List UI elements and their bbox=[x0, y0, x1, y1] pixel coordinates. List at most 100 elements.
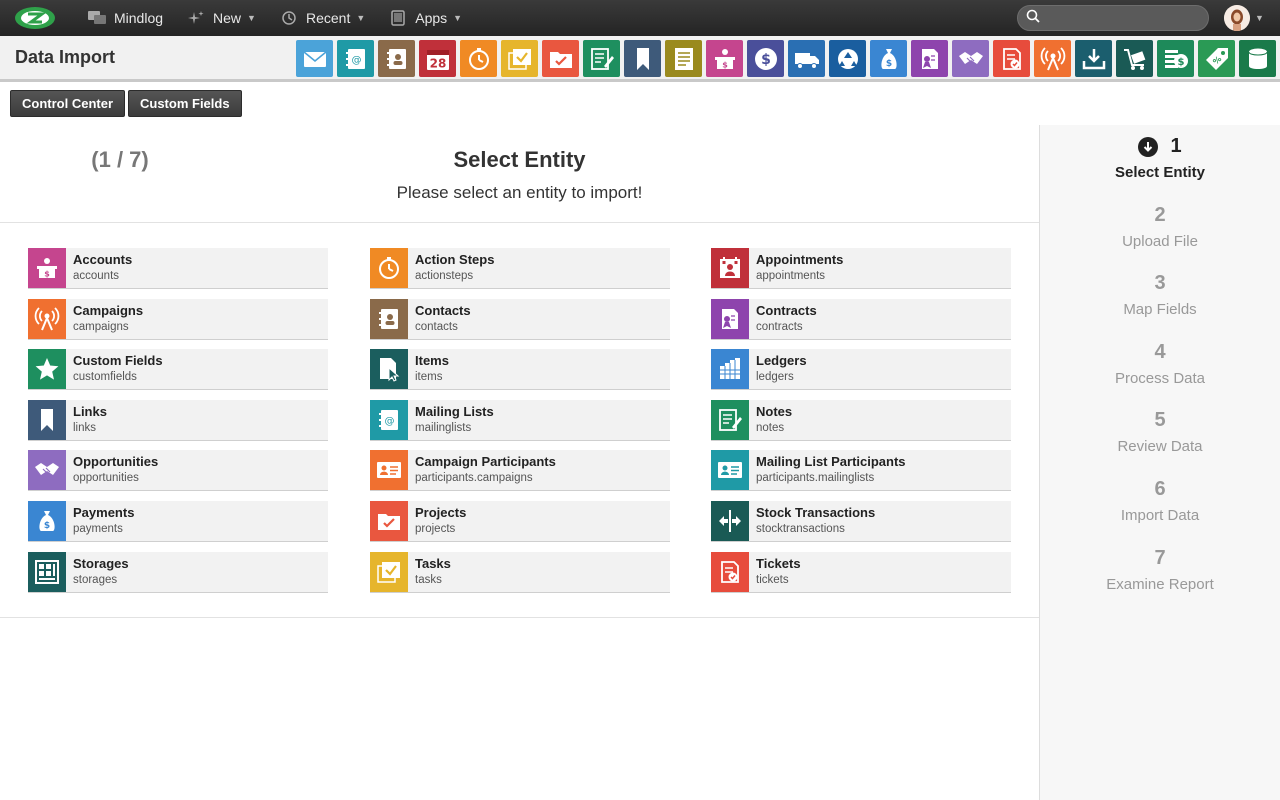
svg-text:$: $ bbox=[44, 270, 50, 279]
accounts-icon[interactable]: $ bbox=[706, 40, 743, 77]
contacts-icon[interactable] bbox=[378, 40, 415, 77]
search-box[interactable] bbox=[1017, 5, 1209, 31]
entity-key: tasks bbox=[415, 573, 442, 586]
logo-icon[interactable] bbox=[12, 4, 58, 32]
custom-fields-button[interactable]: Custom Fields bbox=[128, 90, 242, 117]
contract-icon[interactable] bbox=[911, 40, 948, 77]
entity-contacts[interactable]: Contacts contacts bbox=[370, 298, 670, 340]
entity-projects[interactable]: Projects projects bbox=[370, 501, 670, 542]
document-icon[interactable] bbox=[665, 40, 702, 77]
id-card-icon bbox=[370, 450, 408, 491]
step-label: Import Data bbox=[1120, 507, 1200, 524]
avatar[interactable] bbox=[1224, 5, 1250, 31]
chevron-down-icon: ▼ bbox=[247, 13, 256, 23]
entity-tasks[interactable]: Tasks tasks bbox=[370, 551, 670, 593]
handshake-icon[interactable] bbox=[952, 40, 989, 77]
address-book-icon[interactable]: @ bbox=[337, 40, 374, 77]
projects-icon[interactable] bbox=[542, 40, 579, 77]
app-name-link[interactable]: Mindlog bbox=[88, 0, 163, 36]
new-label: New bbox=[213, 10, 242, 26]
tasks-icon[interactable] bbox=[501, 40, 538, 77]
divider bbox=[0, 617, 1039, 618]
notes-icon[interactable] bbox=[583, 40, 620, 77]
svg-text:@: @ bbox=[385, 416, 395, 427]
entity-name: Campaign Participants bbox=[415, 454, 556, 470]
step-number: 3 bbox=[1040, 272, 1280, 295]
bookmark-icon[interactable] bbox=[624, 40, 661, 77]
entity-key: accounts bbox=[73, 270, 120, 282]
step-number: 1 bbox=[1040, 135, 1280, 158]
entity-key: opportunities bbox=[73, 472, 139, 485]
wizard-step-6: 6 Import Data bbox=[1040, 478, 1280, 524]
money-bag-icon: $ bbox=[28, 501, 66, 541]
dollar-icon[interactable]: $ bbox=[747, 40, 784, 77]
entity-text: Tasks tasks bbox=[408, 552, 451, 592]
calendar-icon[interactable]: 28 bbox=[419, 40, 456, 77]
entity-name: Items bbox=[415, 353, 449, 369]
new-menu[interactable]: New ▼ bbox=[187, 0, 256, 36]
arrow-down-circle-icon bbox=[1138, 136, 1159, 157]
step-number: 4 bbox=[1040, 341, 1280, 364]
entity-key: participants.mailinglists bbox=[756, 472, 875, 485]
entity-text: Contracts contracts bbox=[749, 299, 817, 339]
entity-stocktransactions[interactable]: Stock Transactions stocktransactions bbox=[711, 501, 1011, 542]
entity-text: Mailing Lists mailinglists bbox=[408, 400, 494, 440]
download-icon[interactable] bbox=[1075, 40, 1112, 77]
recent-menu[interactable]: Recent ▼ bbox=[280, 0, 365, 36]
money-bag-icon[interactable]: $ bbox=[870, 40, 907, 77]
entity-name: Opportunities bbox=[73, 454, 159, 470]
chevron-down-icon: ▼ bbox=[356, 13, 366, 23]
timer-icon[interactable] bbox=[460, 40, 497, 77]
chat-icon bbox=[88, 10, 106, 26]
entity-actionsteps[interactable]: Action Steps actionsteps bbox=[370, 248, 670, 289]
entity-name: Projects bbox=[415, 505, 467, 520]
entity-key: payments bbox=[73, 523, 123, 535]
mail-icon[interactable] bbox=[296, 40, 333, 77]
entity-name: Mailing Lists bbox=[415, 403, 494, 419]
step-number-text: 4 bbox=[1154, 340, 1166, 363]
entity-participants-campaigns[interactable]: Campaign Participants participants.campai… bbox=[370, 450, 670, 492]
entity-appointments[interactable]: Appointments appointments bbox=[711, 248, 1011, 289]
page-header: Data Import @28 $ $ $ $% bbox=[0, 36, 1280, 82]
cart-icon[interactable] bbox=[1116, 40, 1153, 77]
entity-key: mailinglists bbox=[415, 421, 472, 434]
entity-customfields[interactable]: Custom Fields customfields bbox=[28, 349, 328, 391]
entity-tickets[interactable]: Tickets tickets bbox=[711, 551, 1011, 593]
apps-menu[interactable]: Apps ▼ bbox=[389, 0, 462, 36]
entity-text: Opportunities opportunities bbox=[66, 450, 158, 490]
cash-icon[interactable]: $ bbox=[1157, 40, 1194, 77]
entity-mailinglists[interactable]: @ Mailing Lists mailinglists bbox=[370, 399, 670, 441]
step-label: Review Data bbox=[1117, 438, 1203, 456]
entity-payments[interactable]: $ Payments payments bbox=[28, 501, 328, 542]
entity-text: Projects projects bbox=[408, 501, 466, 541]
entity-items[interactable]: Items items bbox=[370, 349, 670, 391]
database-icon[interactable] bbox=[1239, 40, 1276, 77]
entity-accounts[interactable]: $ Accounts accounts bbox=[28, 248, 328, 289]
entity-contracts[interactable]: Contracts contracts bbox=[711, 298, 1011, 340]
control-center-button[interactable]: Control Center bbox=[10, 90, 125, 117]
wizard-step-5: 5 Review Data bbox=[1040, 409, 1280, 455]
entity-key: customfields bbox=[73, 371, 137, 384]
wizard-step-4: 4 Process Data bbox=[1040, 341, 1280, 387]
entity-notes[interactable]: Notes notes bbox=[711, 399, 1011, 441]
entity-participants-mailinglists[interactable]: Mailing List Participants participants.ma… bbox=[711, 450, 1011, 492]
broadcast-icon[interactable] bbox=[1034, 40, 1071, 77]
section-title: Select Entity (1 / 7) bbox=[0, 147, 1039, 173]
recycle-icon[interactable] bbox=[829, 40, 866, 77]
entity-links[interactable]: Links links bbox=[28, 399, 328, 441]
truck-icon[interactable] bbox=[788, 40, 825, 77]
tablet-icon bbox=[389, 10, 407, 26]
entity-key: participants.campaigns bbox=[415, 472, 533, 485]
entity-key: tickets bbox=[756, 573, 789, 586]
entity-storages[interactable]: Storages storages bbox=[28, 551, 328, 593]
tag-icon[interactable]: % bbox=[1198, 40, 1235, 77]
invoice-icon[interactable] bbox=[993, 40, 1030, 77]
step-number-text: 5 bbox=[1154, 409, 1166, 432]
chevron-down-icon: ▼ bbox=[453, 13, 463, 23]
entity-opportunities[interactable]: Opportunities opportunities bbox=[28, 450, 328, 492]
entity-ledgers[interactable]: Ledgers ledgers bbox=[711, 349, 1011, 391]
entity-campaigns[interactable]: Campaigns campaigns bbox=[28, 298, 328, 340]
entity-text: Custom Fields customfields bbox=[66, 349, 163, 389]
chevron-down-icon[interactable]: ▼ bbox=[1255, 13, 1264, 23]
search-input[interactable] bbox=[1046, 10, 1196, 26]
